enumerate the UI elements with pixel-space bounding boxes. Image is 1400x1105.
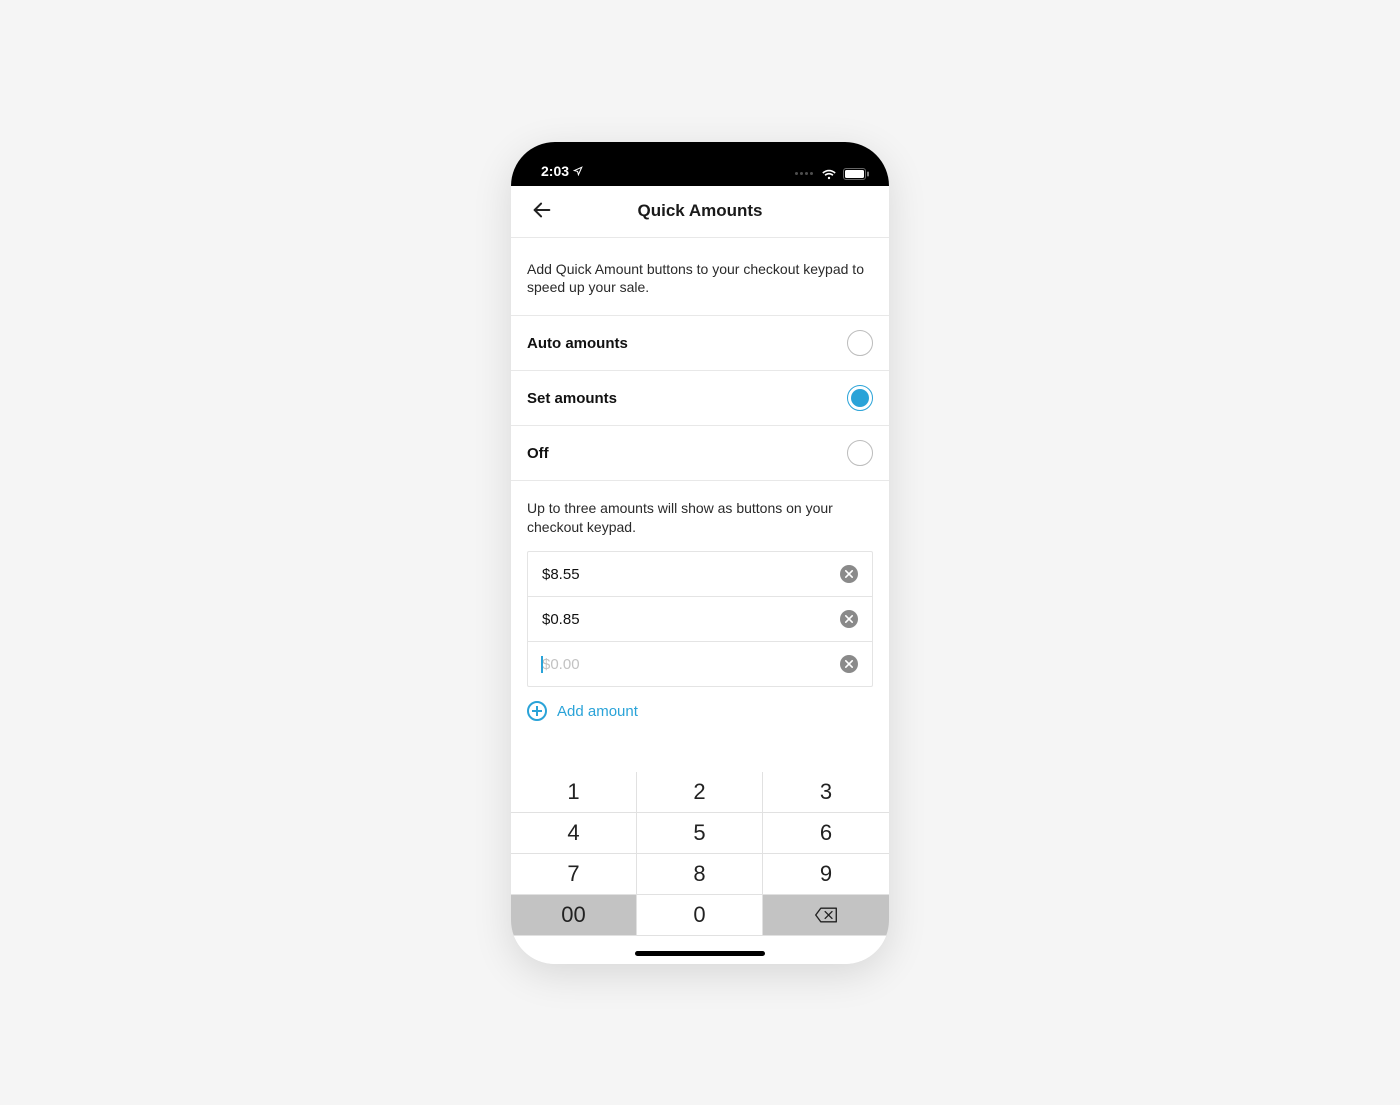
radio-label: Auto amounts [527, 335, 628, 352]
status-bar: 2:03 [511, 142, 889, 186]
amount-inputs-table: $8.55 $0.85 $0.00 [527, 551, 873, 687]
numeric-keypad: 1 2 3 4 5 6 7 8 9 00 0 [511, 772, 889, 936]
close-icon [845, 615, 853, 623]
backspace-icon [814, 906, 838, 924]
keypad-6[interactable]: 6 [763, 813, 889, 854]
location-icon [573, 163, 583, 179]
amount-row: $0.85 [528, 597, 872, 642]
radio-indicator [847, 385, 873, 411]
keypad-0[interactable]: 0 [637, 895, 763, 936]
keypad-00[interactable]: 00 [511, 895, 637, 936]
add-amount-button[interactable]: Add amount [511, 687, 654, 735]
status-time-group: 2:03 [541, 163, 583, 180]
radio-indicator [847, 330, 873, 356]
keypad-8[interactable]: 8 [637, 854, 763, 895]
keypad-4[interactable]: 4 [511, 813, 637, 854]
status-right [795, 168, 869, 180]
signal-dots-icon [795, 172, 813, 175]
phone-frame: 2:03 Quick Amounts Add Quick Amount butt… [511, 142, 889, 964]
clear-amount-button[interactable] [840, 565, 858, 583]
back-button[interactable] [523, 186, 561, 237]
radio-label: Off [527, 445, 549, 462]
radio-off[interactable]: Off [511, 426, 889, 481]
amount-value[interactable]: $8.55 [542, 566, 580, 583]
arrow-left-icon [531, 199, 553, 224]
plus-circle-icon [527, 701, 547, 721]
nav-header: Quick Amounts [511, 186, 889, 238]
intro-description: Add Quick Amount buttons to your checkou… [511, 238, 889, 316]
set-amounts-hint: Up to three amounts will show as buttons… [511, 481, 889, 551]
home-indicator[interactable] [635, 951, 765, 956]
content: Add Quick Amount buttons to your checkou… [511, 238, 889, 772]
radio-set-amounts[interactable]: Set amounts [511, 371, 889, 426]
close-icon [845, 570, 853, 578]
amount-mode-radio-group: Auto amounts Set amounts Off [511, 315, 889, 481]
keypad-1[interactable]: 1 [511, 772, 637, 813]
clear-amount-button[interactable] [840, 610, 858, 628]
keypad-3[interactable]: 3 [763, 772, 889, 813]
keypad-backspace[interactable] [763, 895, 889, 936]
page-title: Quick Amounts [638, 201, 763, 221]
amount-value[interactable]: $0.85 [542, 611, 580, 628]
phone-bottom-area [511, 936, 889, 964]
wifi-icon [821, 168, 837, 180]
status-time: 2:03 [541, 163, 569, 179]
amount-row: $0.00 [528, 642, 872, 686]
close-icon [845, 660, 853, 668]
add-amount-label: Add amount [557, 703, 638, 720]
radio-label: Set amounts [527, 390, 617, 407]
amount-row: $8.55 [528, 552, 872, 597]
keypad-9[interactable]: 9 [763, 854, 889, 895]
clear-amount-button[interactable] [840, 655, 858, 673]
keypad-2[interactable]: 2 [637, 772, 763, 813]
amount-input-active[interactable]: $0.00 [542, 656, 580, 673]
keypad-7[interactable]: 7 [511, 854, 637, 895]
battery-icon [843, 168, 869, 180]
keypad-5[interactable]: 5 [637, 813, 763, 854]
radio-auto-amounts[interactable]: Auto amounts [511, 316, 889, 371]
radio-indicator [847, 440, 873, 466]
